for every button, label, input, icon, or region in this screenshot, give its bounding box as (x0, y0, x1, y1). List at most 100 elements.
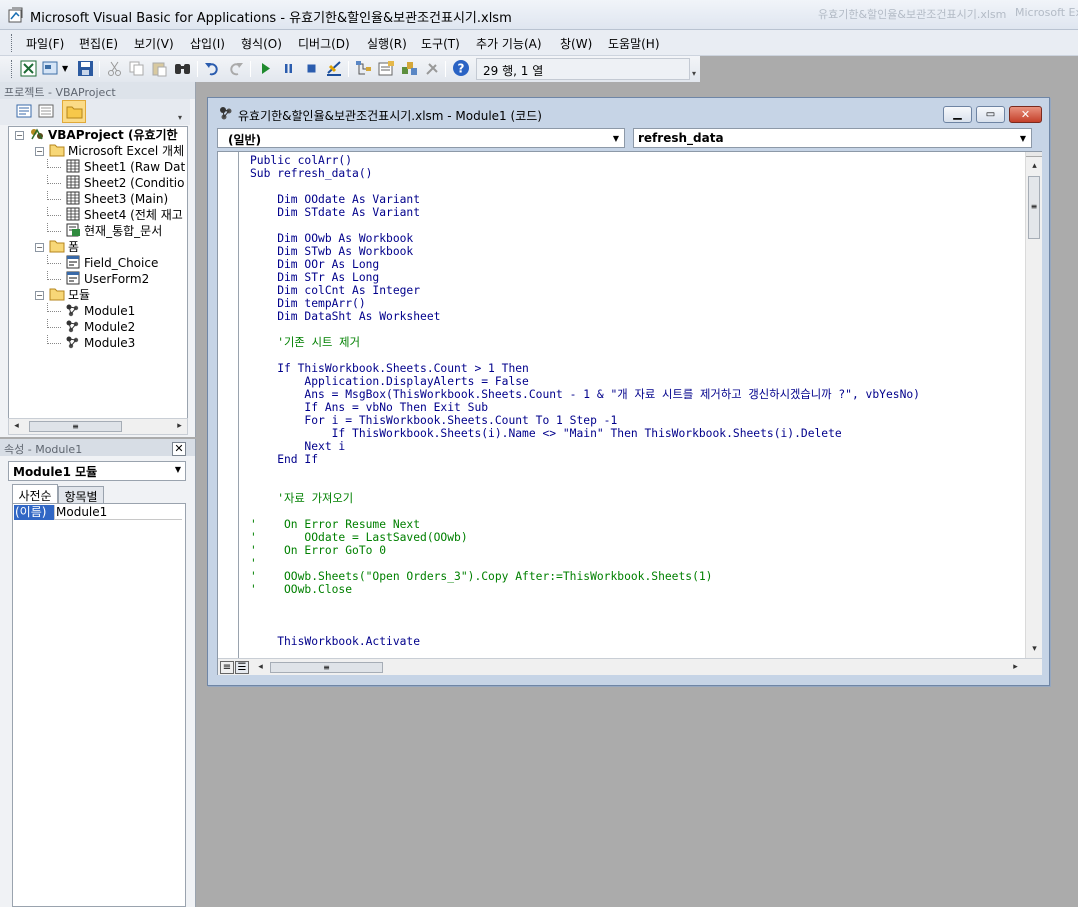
code-line[interactable]: ' OOwb.Close (250, 583, 352, 596)
tree-item[interactable]: Field_Choice (47, 255, 158, 271)
close-properties-icon[interactable]: ✕ (172, 442, 186, 456)
tree-item[interactable]: Sheet4 (전체 재고 (47, 207, 183, 223)
cut-icon[interactable] (106, 60, 123, 77)
code-line[interactable]: If ThisWorkbook.Sheets(i).Name <> "Main"… (250, 427, 842, 440)
copy-icon[interactable] (128, 60, 145, 77)
scroll-down-icon[interactable]: ▾ (1027, 642, 1042, 657)
code-line[interactable]: Dim OOdate As Variant (250, 193, 420, 206)
menu-format[interactable]: 형식(O) (241, 35, 282, 52)
scroll-thumb[interactable]: ≡ (270, 662, 383, 673)
help-icon[interactable]: ? (452, 59, 470, 77)
procedure-dropdown[interactable]: refresh_data ▼ (633, 128, 1032, 148)
code-line[interactable]: ThisWorkbook.Activate (250, 635, 420, 648)
view-object-icon[interactable] (38, 104, 54, 118)
menu-debug[interactable]: 디버그(D) (298, 35, 350, 52)
code-line[interactable]: Ans = MsgBox(ThisWorkbook.Sheets.Count -… (250, 388, 920, 401)
menu-tools[interactable]: 도구(T) (421, 35, 460, 52)
toolbox-icon[interactable] (424, 60, 441, 77)
toolbar-options-icon[interactable]: ▾ (692, 69, 696, 78)
code-line[interactable]: Application.DisplayAlerts = False (250, 375, 528, 388)
margin-indicator-bar[interactable] (218, 152, 239, 658)
code-line[interactable]: Dim OOr As Long (250, 258, 379, 271)
property-name[interactable]: (이름) (14, 505, 54, 520)
design-mode-icon[interactable] (326, 60, 343, 77)
split-bar[interactable] (1026, 152, 1042, 157)
code-line[interactable]: ' (250, 557, 257, 570)
code-line[interactable]: End If (250, 453, 318, 466)
code-line[interactable]: '기존 시트 제거 (250, 336, 360, 349)
menu-window[interactable]: 창(W) (560, 35, 592, 52)
code-vscrollbar[interactable]: ▴ ≡ ▾ (1025, 152, 1042, 658)
redo-icon[interactable] (227, 60, 244, 77)
code-line[interactable]: '자료 가져오기 (250, 492, 353, 505)
break-icon[interactable] (280, 60, 297, 77)
undo-icon[interactable] (204, 60, 221, 77)
code-line[interactable]: If ThisWorkbook.Sheets.Count > 1 Then (250, 362, 529, 375)
tree-item[interactable]: Module1 (47, 303, 135, 319)
properties-icon[interactable] (378, 60, 395, 77)
tree-item[interactable]: UserForm2 (47, 271, 149, 287)
toggle-folders-button[interactable] (62, 100, 86, 123)
tree-item[interactable]: − Microsoft Excel 개체 (35, 143, 184, 159)
paste-icon[interactable] (151, 60, 168, 77)
menu-run[interactable]: 실행(R) (367, 35, 407, 52)
tree-item[interactable]: Sheet1 (Raw Dat (47, 159, 185, 175)
tree-item[interactable]: − VBAProject (유효기한 (15, 127, 178, 143)
menu-addins[interactable]: 추가 기능(A) (476, 35, 542, 52)
code-text[interactable]: Public colArr() Sub refresh_data() Dim OO… (250, 154, 1022, 656)
code-line[interactable]: Dim colCnt As Integer (250, 284, 420, 297)
object-select[interactable]: Module1 모듈 ▼ (8, 461, 186, 481)
code-line[interactable]: Next i (250, 440, 345, 453)
scroll-up-icon[interactable]: ▴ (1027, 159, 1042, 174)
scroll-right-icon[interactable]: ▸ (1008, 660, 1023, 675)
collapse-icon[interactable]: − (15, 131, 24, 140)
code-line[interactable]: If Ans = vbNo Then Exit Sub (250, 401, 488, 414)
menu-insert[interactable]: 삽입(I) (190, 35, 225, 52)
dropdown-arrow-icon[interactable]: ▼ (62, 64, 68, 73)
code-line[interactable]: ' OOwb.Sheets("Open Orders_3").Copy Afte… (250, 570, 713, 583)
code-line[interactable]: ' On Error GoTo 0 (250, 544, 386, 557)
procedure-view-icon[interactable]: ≡ (220, 661, 234, 674)
reset-icon[interactable] (303, 60, 320, 77)
scroll-thumb[interactable]: ≡ (1028, 176, 1040, 239)
find-icon[interactable] (174, 60, 191, 77)
code-line[interactable]: Dim STr As Long (250, 271, 379, 284)
menu-view[interactable]: 보기(V) (134, 35, 174, 52)
tree-item[interactable]: 현재_통합_문서 (47, 223, 162, 239)
collapse-icon[interactable]: − (35, 243, 44, 252)
run-icon[interactable] (257, 60, 274, 77)
collapse-icon[interactable]: − (35, 291, 44, 300)
project-explorer-icon[interactable] (355, 60, 372, 77)
menu-grip[interactable] (11, 34, 14, 52)
tree-item[interactable]: Module3 (47, 335, 135, 351)
code-line[interactable]: ' OOdate = LastSaved(OOwb) (250, 531, 468, 544)
code-hscrollbar[interactable]: ≡ ☰ ◂ ≡ ▸ (218, 658, 1042, 675)
save-icon[interactable] (77, 60, 94, 77)
scroll-left-icon[interactable]: ◂ (253, 660, 268, 675)
project-tree-hscrollbar[interactable]: ◂ ≡ ▸ (8, 418, 188, 435)
tree-item[interactable]: Sheet3 (Main) (47, 191, 168, 207)
tree-item[interactable]: − 폼 (35, 239, 79, 255)
restore-button[interactable]: ▭ (976, 106, 1005, 123)
object-browser-icon[interactable] (401, 60, 418, 77)
code-line[interactable]: Dim OOwb As Workbook (250, 232, 413, 245)
tab-alphabetic[interactable]: 사전순 (12, 484, 58, 504)
minimize-button[interactable]: ▁ (943, 106, 972, 123)
menu-edit[interactable]: 편집(E) (79, 35, 118, 52)
excel-view-icon[interactable] (20, 60, 37, 77)
code-line[interactable]: Dim STwb As Workbook (250, 245, 413, 258)
tree-item[interactable]: − 모듈 (35, 287, 90, 303)
tab-categorized[interactable]: 항목별 (58, 486, 104, 504)
scroll-thumb[interactable]: ≡ (29, 421, 122, 432)
code-line[interactable]: Dim DataSht As Worksheet (250, 310, 440, 323)
menu-file[interactable]: 파일(F) (26, 35, 64, 52)
full-module-view-icon[interactable]: ☰ (235, 661, 249, 674)
view-code-icon[interactable] (16, 104, 32, 118)
insert-object-icon[interactable] (42, 60, 59, 77)
toolbar-options-icon[interactable]: ▾ (178, 113, 182, 122)
collapse-icon[interactable]: − (35, 147, 44, 156)
code-line[interactable]: For i = ThisWorkbook.Sheets.Count To 1 S… (250, 414, 617, 427)
close-button[interactable]: ✕ (1009, 106, 1042, 123)
code-line[interactable]: Dim STdate As Variant (250, 206, 420, 219)
toolbar-grip[interactable] (11, 60, 14, 78)
